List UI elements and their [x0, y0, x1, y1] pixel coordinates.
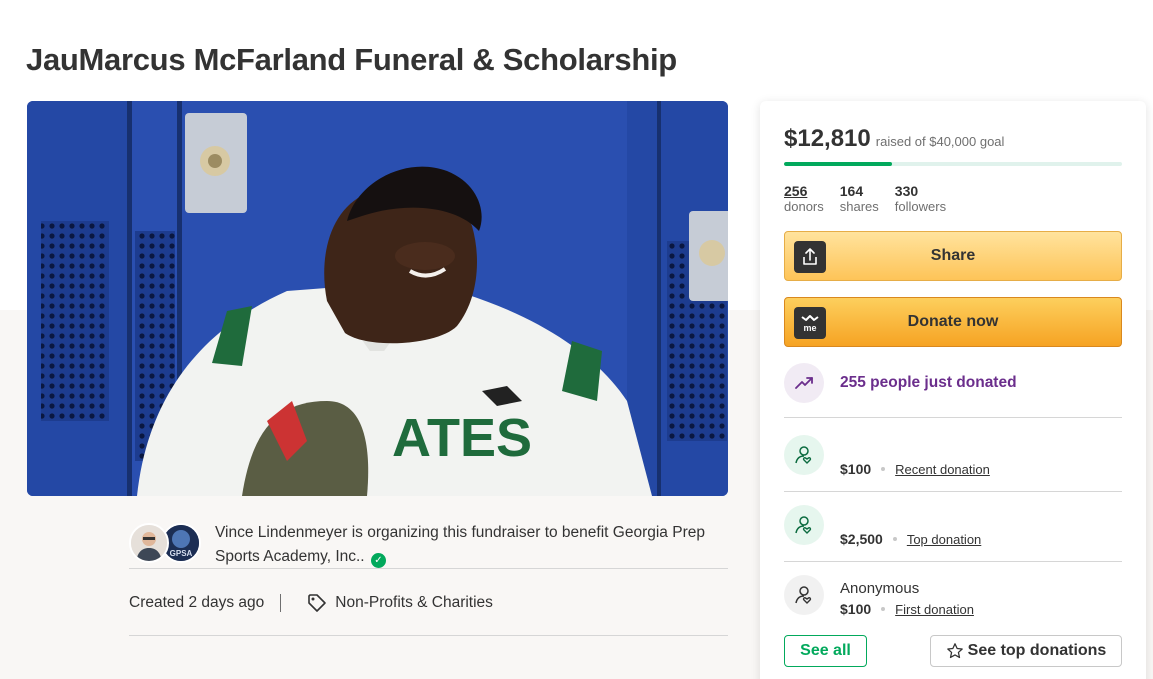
trending-up-icon	[784, 363, 824, 403]
beneficiary-logo-text: GPSA	[170, 549, 193, 558]
divider	[784, 417, 1122, 418]
donate-now-button[interactable]: me Donate now	[784, 297, 1122, 347]
see-all-button[interactable]: See all	[784, 635, 867, 667]
first-donation-link[interactable]: First donation	[895, 602, 974, 617]
see-top-donations-label: See top donations	[967, 642, 1107, 659]
organizer-text: Vince Lindenmeyer is organizing this fun…	[215, 524, 705, 565]
stat-shares: 164 shares	[840, 183, 879, 215]
recent-donors-count: 255 people just donated	[840, 374, 1017, 391]
stat-followers: 330 followers	[895, 183, 946, 215]
campaign-meta: Created 2 days ago Non-Profits & Chariti…	[129, 593, 493, 613]
check-circle-icon: ✓	[370, 553, 386, 568]
gofundme-logo-icon: me	[794, 307, 826, 339]
share-button[interactable]: Share	[784, 231, 1122, 281]
created-date: Created 2 days ago	[129, 594, 265, 611]
share-button-label: Share	[930, 247, 976, 264]
donation-line: $100 Recent donation	[840, 461, 990, 477]
stat-label: followers	[894, 199, 947, 214]
stat-donors[interactable]: 256 donors	[784, 183, 824, 215]
donation-line: $2,500 Top donation	[840, 531, 981, 547]
category-link[interactable]: Non-Profits & Charities	[335, 594, 493, 612]
top-donation-link[interactable]: Top donation	[907, 532, 981, 547]
see-top-donations-button[interactable]: See top donations	[930, 635, 1122, 667]
stat-label: donors	[784, 199, 824, 214]
organizer-avatars: GPSA	[129, 523, 201, 565]
donation-line: $100 First donation	[840, 601, 974, 617]
donation-amount: $100	[840, 601, 872, 617]
recent-activity: 255 people just donated	[784, 363, 1017, 403]
share-icon	[794, 241, 826, 273]
star-icon	[946, 642, 964, 660]
recent-donation-link[interactable]: Recent donation	[895, 462, 990, 477]
campaign-photo: ATES	[27, 101, 728, 496]
donor-heart-icon	[784, 575, 824, 615]
top-donation-item: $2,500 Top donation	[784, 505, 1122, 565]
separator-dot	[881, 467, 886, 471]
meta-separator	[280, 594, 282, 612]
separator-dot	[892, 537, 897, 541]
raised-summary: $12,810 raised of $40,000 goal	[784, 125, 1004, 153]
page-title: JauMarcus McFarland Funeral & Scholarshi…	[26, 42, 677, 77]
stat-value: 164	[839, 183, 864, 199]
tag-icon	[307, 593, 327, 613]
goal-text: raised of $40,000 goal	[875, 134, 1005, 149]
stat-label: shares	[839, 199, 879, 214]
donation-sidebar-card: $12,810 raised of $40,000 goal 256 donor…	[760, 101, 1146, 679]
organizer-avatar[interactable]	[129, 523, 169, 563]
donor-heart-icon	[784, 435, 824, 475]
divider	[129, 635, 728, 636]
donor-name: Anonymous	[840, 580, 920, 597]
recent-donation-item: $100 Recent donation	[784, 435, 1122, 495]
organizer-description: Vince Lindenmeyer is organizing this fun…	[215, 521, 735, 569]
first-donation-item: Anonymous $100 First donation	[784, 575, 1122, 635]
progress-bar	[784, 162, 1122, 166]
divider	[129, 568, 728, 569]
jersey-lettering: ATES	[392, 408, 532, 468]
campaign-stats: 256 donors 164 shares 330 followers	[784, 183, 962, 215]
progress-bar-fill	[784, 162, 893, 166]
donation-amount: $2,500	[840, 531, 883, 547]
stat-value: 330	[894, 183, 919, 199]
donate-logo-text: me	[803, 323, 816, 333]
divider	[784, 561, 1122, 562]
donor-heart-icon	[784, 505, 824, 545]
raised-amount: $12,810	[784, 125, 871, 152]
separator-dot	[881, 607, 886, 611]
divider	[784, 491, 1122, 492]
donate-button-label: Donate now	[907, 313, 999, 330]
stat-value[interactable]: 256	[784, 183, 824, 199]
donation-amount: $100	[840, 461, 872, 477]
